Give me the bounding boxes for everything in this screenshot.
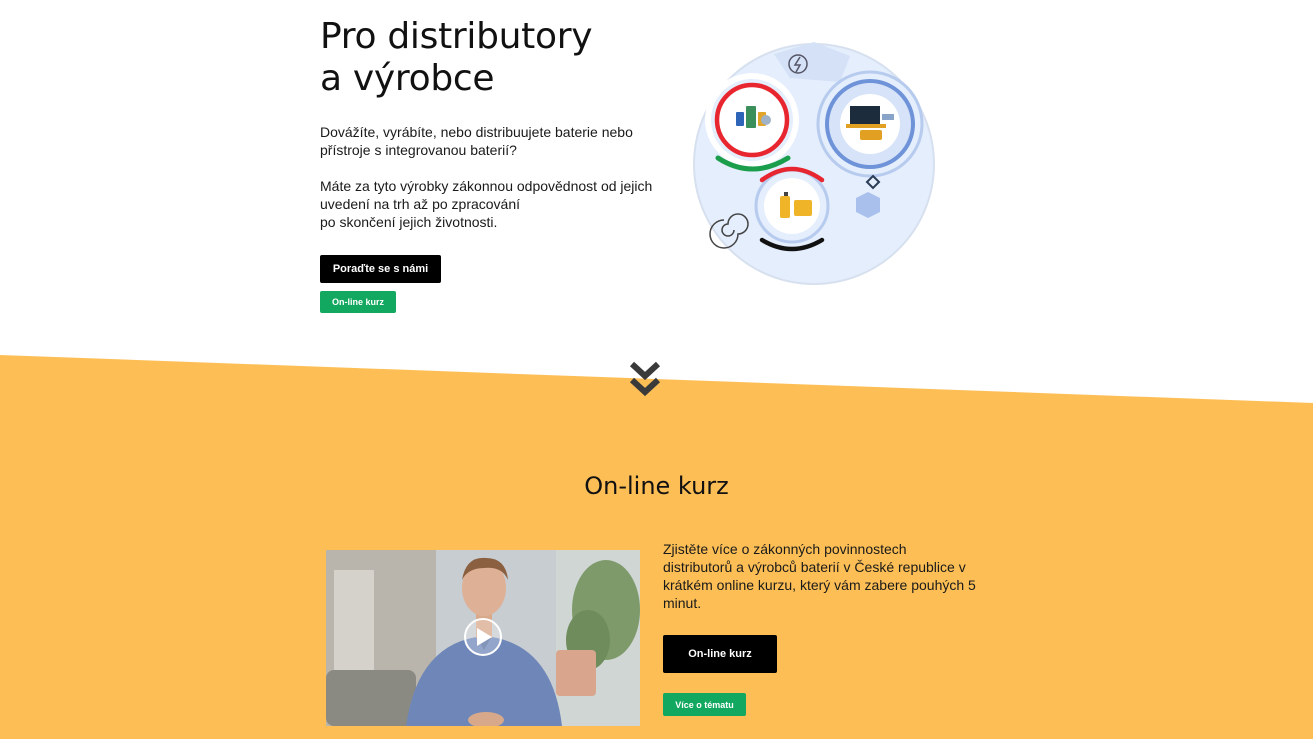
hero-responsibility-text: Máte za tyto výrobky zákonnou odpovědnos… <box>320 177 660 231</box>
batteries-illustration <box>693 42 935 285</box>
hero-responsibility-line1: Máte za tyto výrobky zákonnou odpovědnos… <box>320 178 653 212</box>
online-course-button[interactable]: On-line kurz <box>663 635 777 673</box>
hero-title: Pro distributory a výrobce <box>320 16 593 100</box>
course-section-background <box>0 355 1313 739</box>
more-about-topic-button[interactable]: Více o tématu <box>663 693 746 716</box>
hero-title-line2: a výrobce <box>320 58 495 99</box>
double-chevron-down-icon[interactable] <box>628 360 662 398</box>
course-description: Zjistěte více o zákonných povinnostech d… <box>663 541 976 611</box>
hero-intro-text: Dovážíte, vyrábíte, nebo distribuujete b… <box>320 124 633 158</box>
course-video-thumbnail[interactable] <box>326 550 640 726</box>
play-icon <box>464 618 502 656</box>
consult-button[interactable]: Poraďte se s námi <box>320 255 441 283</box>
online-course-small-button[interactable]: On-line kurz <box>320 291 396 313</box>
hero-title-line1: Pro distributory <box>320 16 593 57</box>
course-section-title: On-line kurz <box>584 472 729 500</box>
hero-responsibility-line2: po skončení jejich životnosti. <box>320 214 498 230</box>
